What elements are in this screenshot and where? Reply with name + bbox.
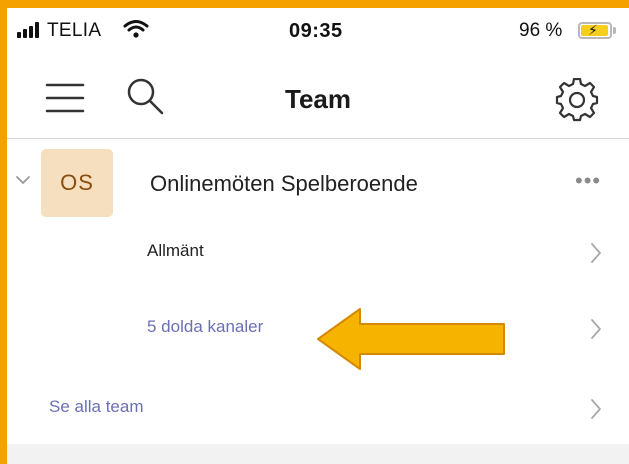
annotation-arrow-icon xyxy=(317,308,505,370)
more-options-button[interactable]: ••• xyxy=(569,169,605,193)
team-list: OS Onlinemöten Spelberoende ••• Allmänt … xyxy=(7,139,629,446)
channel-label: Allmänt xyxy=(147,241,204,260)
team-name: Onlinemöten Spelberoende xyxy=(150,171,418,196)
battery-percent: 96 % xyxy=(519,20,563,41)
see-all-teams-link[interactable]: Se alla team xyxy=(49,397,144,417)
nav-bar: Team xyxy=(7,58,629,139)
hidden-channels-link[interactable]: 5 dolda kanaler xyxy=(147,317,263,337)
clock: 09:35 xyxy=(289,20,343,42)
team-avatar: OS xyxy=(41,149,113,217)
chevron-down-icon[interactable] xyxy=(15,174,31,186)
page-title: Team xyxy=(285,84,351,114)
channel-row-allmant[interactable]: Allmänt xyxy=(7,227,629,283)
status-bar: TELIA 09:35 96 % ⚡ xyxy=(7,8,629,58)
charging-bolt-icon: ⚡ xyxy=(588,22,598,38)
chevron-right-icon xyxy=(591,319,601,339)
team-row[interactable]: OS Onlinemöten Spelberoende ••• xyxy=(7,139,629,219)
phone-screen: TELIA 09:35 96 % ⚡ Team OS Onlinemöten S… xyxy=(7,8,629,464)
bottom-divider-band xyxy=(7,444,629,464)
battery-tip xyxy=(613,27,616,34)
wifi-icon xyxy=(123,20,149,38)
signal-icon xyxy=(17,22,41,38)
see-all-teams-row[interactable]: Se alla team xyxy=(7,383,629,439)
gear-icon xyxy=(555,77,599,122)
battery-icon: ⚡ xyxy=(578,22,612,39)
settings-button[interactable] xyxy=(555,77,599,122)
chevron-right-icon xyxy=(591,243,601,263)
carrier-name: TELIA xyxy=(47,20,102,41)
chevron-right-icon xyxy=(591,399,601,419)
